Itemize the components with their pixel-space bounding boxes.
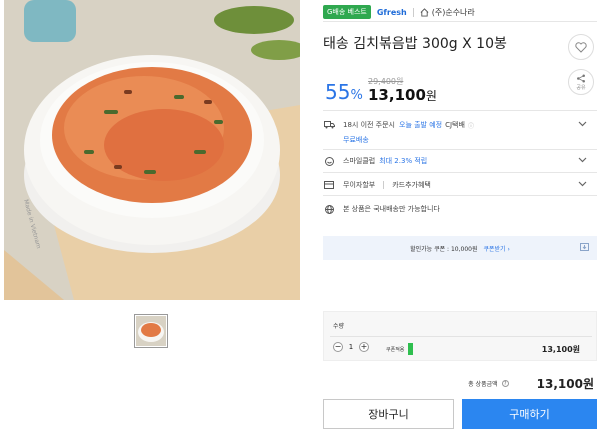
coupon-apply-tag[interactable]: 쿠폰적용 [386, 343, 414, 355]
divider [330, 336, 592, 337]
product-title: 태송 김치볶음밥 300g X 10봉 [323, 36, 507, 52]
divider [323, 172, 597, 173]
best-badge: G배송 베스트 [323, 5, 371, 19]
product-thumbnail[interactable] [134, 314, 168, 348]
card-icon [323, 181, 335, 189]
info-icon[interactable]: ? [501, 380, 509, 387]
discount-rate: 55% [325, 80, 363, 104]
share-button[interactable]: 공유 [568, 69, 594, 95]
product-main-image: Made in Vietnam [4, 0, 300, 300]
brand-label[interactable]: Gfresh [377, 8, 407, 17]
delivery-row[interactable]: 18시 이전 주문시 오늘 출발 예정 CJ택배 ⓘ [323, 120, 597, 130]
coupon-box[interactable]: 할인가능 쿠폰 : 10,000원 쿠폰받기 › [323, 236, 597, 260]
decrease-button[interactable]: − [333, 342, 343, 352]
total-label: 총 상품금액 [468, 381, 498, 388]
heart-icon [575, 41, 587, 53]
installment-label: 무이자할부 [343, 181, 376, 189]
chevron-down-icon[interactable] [578, 121, 587, 129]
delivery-carrier: CJ택배 [445, 121, 465, 129]
quantity-value[interactable]: 1 [343, 343, 359, 351]
card-benefit-label: 카드추가혜택 [392, 181, 431, 189]
smile-label: 스마일클럽 [343, 157, 376, 165]
home-icon [420, 7, 429, 17]
delivery-highlight: 오늘 출발 예정 [399, 121, 443, 129]
chevron-down-icon[interactable] [578, 157, 587, 165]
divider [323, 195, 597, 196]
buy-button[interactable]: 구매하기 [462, 399, 597, 429]
globe-icon [323, 204, 335, 214]
share-label: 공유 [576, 84, 586, 91]
coupon-apply-label: 쿠폰적용 [386, 346, 405, 353]
sale-price: 13,100원 [368, 86, 437, 104]
download-icon[interactable] [580, 243, 589, 253]
coupon-text: 할인가능 쿠폰 : 10,000원 [410, 245, 478, 253]
smile-highlight: 최대 2.3% 적립 [379, 157, 428, 165]
smile-icon [323, 156, 335, 166]
quantity-stepper[interactable]: − 1 + [333, 342, 369, 352]
favorite-button[interactable] [568, 34, 594, 60]
quantity-label: 수량 [333, 323, 345, 330]
divider [323, 149, 597, 150]
seller-name: (주)순수나라 [431, 7, 475, 17]
total-price: 13,100원 [536, 377, 594, 391]
divider [323, 21, 597, 22]
info-icon[interactable]: ⓘ [468, 121, 474, 130]
coupon-link[interactable]: 쿠폰받기 › [484, 244, 510, 253]
increase-button[interactable]: + [359, 342, 369, 352]
line-price: 13,100원 [541, 345, 580, 354]
quantity-section: 수량 − 1 + 쿠폰적용 13,100원 [323, 311, 597, 361]
cart-button[interactable]: 장바구니 [323, 399, 454, 429]
domestic-row: 본 상품은 국내배송만 가능합니다 [323, 204, 597, 214]
divider [383, 181, 385, 189]
seller-bar: G배송 베스트 Gfresh (주)순수나라 [323, 4, 475, 20]
total-row: 총 상품금액 ? 13,100원 [468, 375, 594, 392]
free-shipping-label: 무료배송 [343, 136, 369, 144]
truck-icon [323, 121, 335, 129]
share-icon [577, 74, 585, 82]
divider [412, 7, 414, 17]
coupon-indicator [408, 343, 414, 355]
smile-club-row[interactable]: 스마일클럽 최대 2.3% 적립 [323, 156, 597, 166]
domestic-text: 본 상품은 국내배송만 가능합니다 [343, 205, 440, 213]
divider [323, 110, 597, 111]
benefits-row[interactable]: 무이자할부 카드추가혜택 [323, 180, 597, 190]
free-shipping: 무료배송 [343, 135, 600, 145]
seller-link[interactable]: (주)순수나라 [420, 7, 475, 18]
chevron-down-icon[interactable] [578, 181, 587, 189]
delivery-text: 18시 이전 주문시 [343, 121, 395, 129]
